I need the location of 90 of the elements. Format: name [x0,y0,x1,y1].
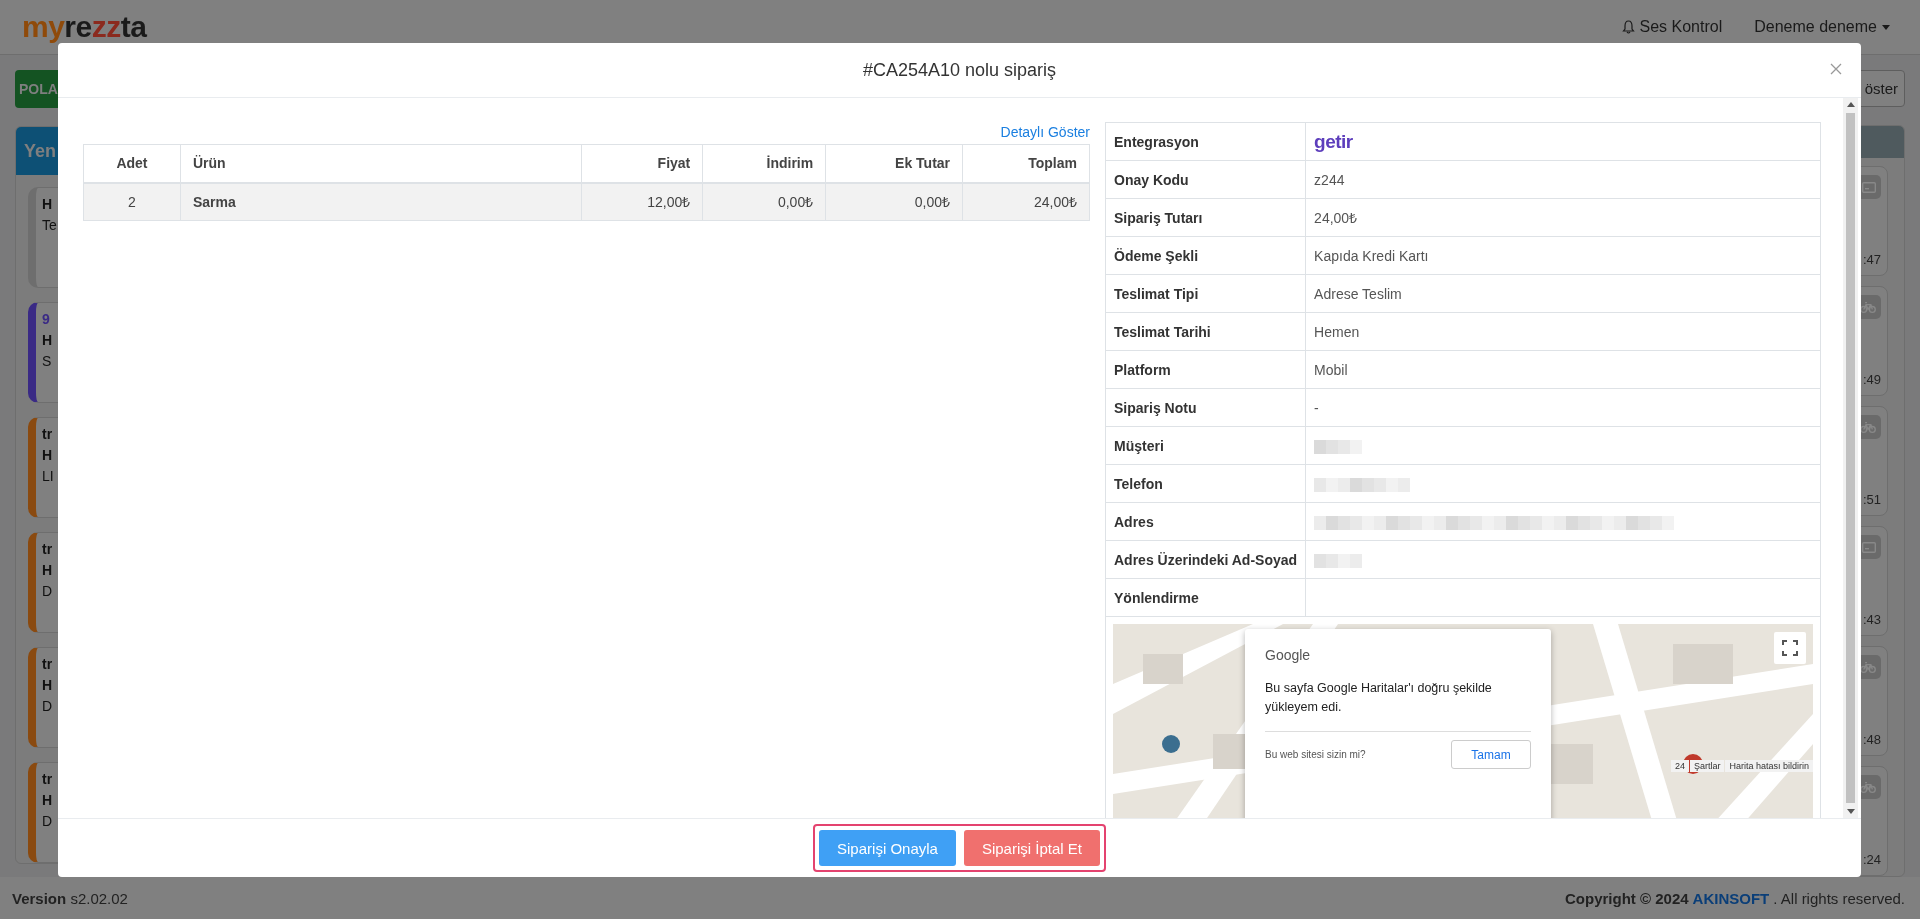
card-text: H [42,792,53,808]
info-label: Sipariş Notu [1105,388,1306,427]
ok-button[interactable]: Tamam [1451,740,1531,769]
card-text: S [42,353,52,369]
map-attribution[interactable]: Şartlar [1689,760,1725,772]
close-button[interactable] [1829,62,1843,76]
pixelated-value [1314,439,1363,454]
dialog-message: Bu sayfa Google Haritalar'ı doğru şekilde yükleyem edi. [1265,680,1493,716]
table-cell: 0,00₺ [702,182,826,221]
detail-link[interactable]: Detaylı Göster [1000,124,1090,140]
caret-icon [1882,24,1890,30]
info-label: Yönlendirme [1105,578,1306,617]
modal-title: #CA254A10 nolu sipariş [862,59,1057,81]
company-link[interactable]: AKINSOFT [1692,889,1770,907]
card-text: LI [42,468,54,484]
copyright-text: Copyright © 2024 [1565,889,1689,907]
bicycle-icon [1860,661,1876,673]
map-attribution[interactable]: Harita hatası bildirin [1725,760,1813,772]
info-label: Onay Kodu [1105,160,1306,199]
logo[interactable]: myrezzta [22,10,1590,44]
dialog-question: Bu web sitesi sizin mi? [1265,749,1366,760]
integration-logo: getir [1314,130,1353,152]
pixelated-value [1314,553,1363,568]
bicycle-icon [1860,301,1876,313]
info-value: Mobil [1305,350,1821,389]
info-value: Adrese Teslim [1305,274,1821,313]
column-header: Adet [83,144,181,183]
bell-icon [1621,20,1635,34]
info-label: Ödeme Şekli [1105,236,1306,275]
card-text: tr [42,426,53,442]
card-text: tr [42,656,53,672]
card-text: D [42,583,53,599]
card-text: tr [42,541,53,557]
credit-card-icon [1862,541,1876,553]
order-time: :43 [1862,612,1881,627]
info-label: Teslimat Tipi [1105,274,1306,313]
column-header: Fiyat [581,144,703,183]
scrollbar[interactable] [1843,98,1858,818]
info-label: Sipariş Tutarı [1105,198,1306,237]
card-text: H [42,196,53,212]
fullscreen-button[interactable] [1774,632,1806,664]
fullscreen-icon [1782,640,1798,656]
card-text: H [42,332,53,348]
user-menu[interactable]: Deneme deneme [1754,18,1890,36]
card-text: 9 [42,311,50,327]
column-header: İndirim [702,144,826,183]
order-time: :24 [1862,852,1881,867]
card-text: D [42,698,53,714]
version-text: Version s2.02.02 [12,889,128,907]
card-text: H [42,447,53,463]
card-text: tr [42,771,53,787]
info-label: Adres Üzerindeki Ad-Soyad [1105,540,1306,579]
dialog-brand: Google [1265,647,1311,663]
table-cell: 24,00₺ [962,182,1090,221]
column-header: Ürün [180,144,582,183]
cancel-order-button[interactable]: Siparişi İptal Et [963,830,1100,866]
order-time: :47 [1862,252,1881,267]
column-header: Toplam [962,144,1090,183]
order-time: :51 [1862,492,1881,507]
info-label: Entegrasyon [1105,122,1306,161]
table-cell: Sarma [180,182,582,221]
info-value: - [1305,388,1821,427]
info-label: Adres [1105,502,1306,541]
info-label: Teslimat Tarihi [1105,312,1306,351]
table-cell: 0,00₺ [825,182,963,221]
card-text: H [42,562,53,578]
credit-card-icon [1862,181,1876,193]
scroll-up-icon[interactable] [1846,102,1855,107]
close-icon [1829,62,1843,76]
info-value: Hemen [1305,312,1821,351]
confirm-order-button[interactable]: Siparişi Onayla [819,830,956,866]
table-cell: 12,00₺ [581,182,703,221]
info-value: 24,00₺ [1305,198,1821,237]
scroll-down-icon[interactable] [1846,809,1855,814]
info-value: z244 [1305,160,1821,199]
rights-text: . All rights reserved. [1773,889,1905,907]
table-cell: 2 [83,182,181,221]
order-time: :49 [1862,372,1881,387]
card-text: Te [42,217,57,233]
info-label: Telefon [1105,464,1306,503]
bicycle-icon [1860,781,1876,793]
info-label: Müşteri [1105,426,1306,465]
card-text: H [42,677,53,693]
info-label: Platform [1105,350,1306,389]
sound-control-link[interactable]: Ses Kontrol [1621,18,1723,36]
info-value: Kapıda Kredi Kartı [1305,236,1821,275]
bicycle-icon [1860,421,1876,433]
card-text: D [42,813,53,829]
order-time: :48 [1862,732,1881,747]
column-header: Ek Tutar [825,144,963,183]
